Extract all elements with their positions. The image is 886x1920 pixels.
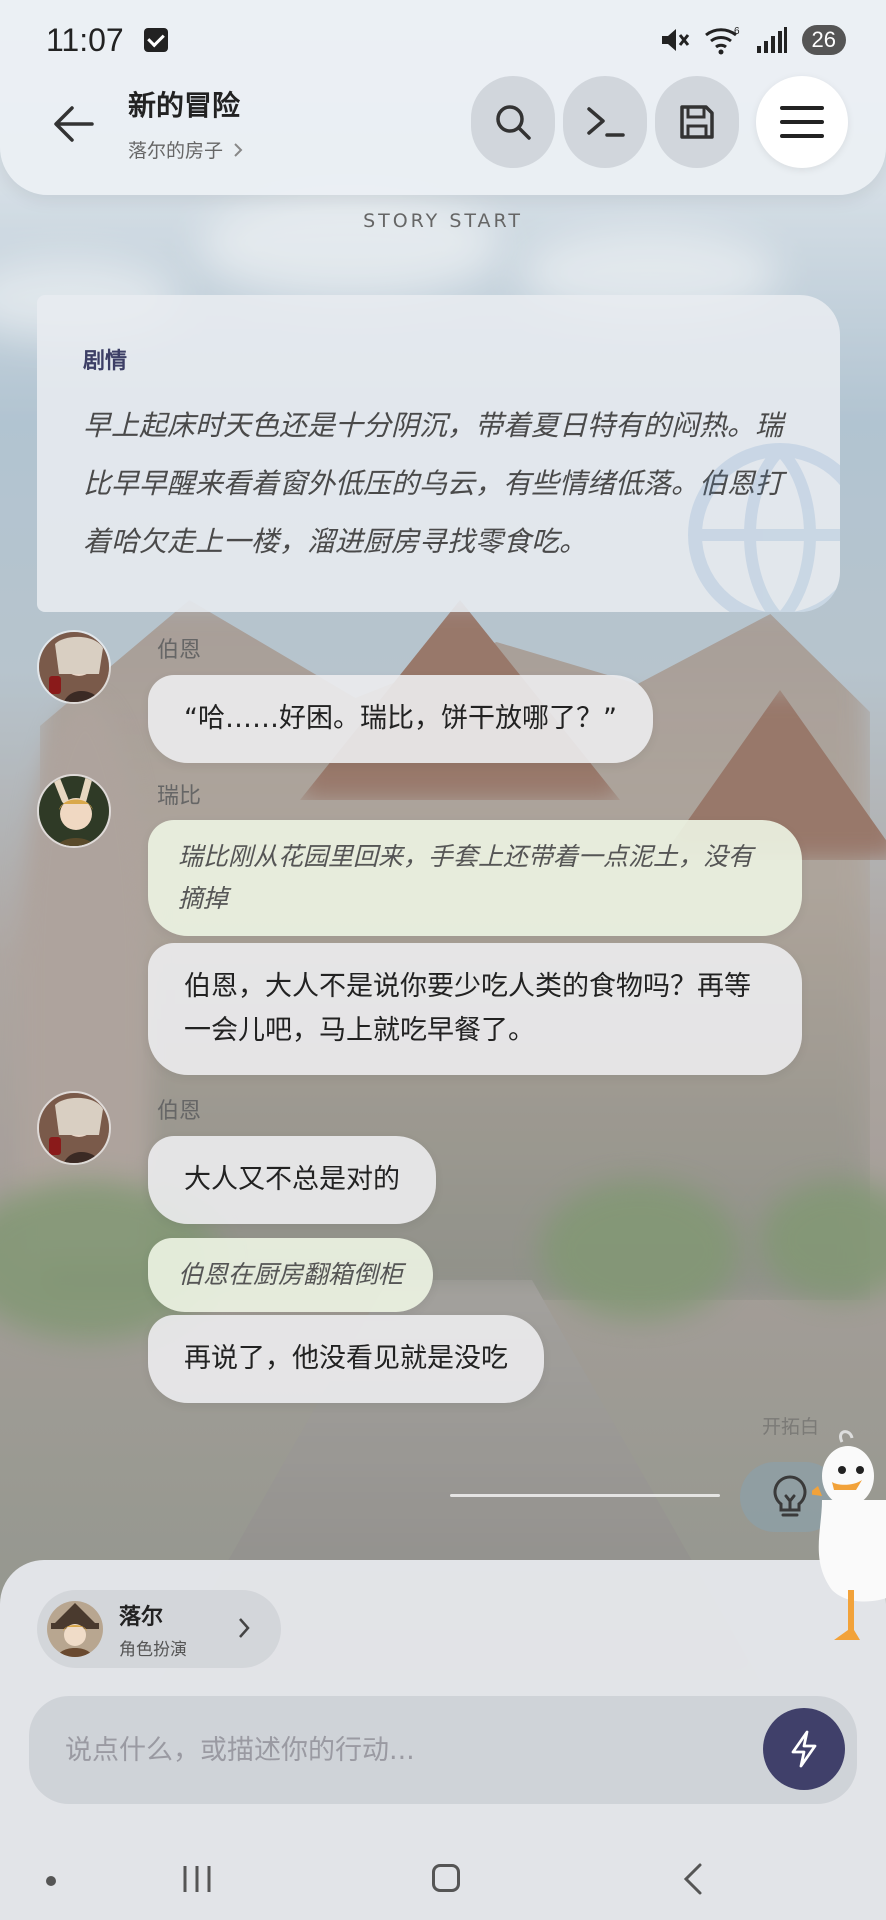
persona-avatar bbox=[47, 1601, 103, 1657]
back-button[interactable] bbox=[48, 98, 100, 150]
status-bar: 11:07 6 26 bbox=[0, 0, 886, 80]
speaker-name: 伯恩 bbox=[157, 638, 202, 663]
speech-bubble[interactable]: “哈……好困。瑞比，饼干放哪了？” bbox=[148, 675, 653, 763]
home-icon[interactable] bbox=[432, 1864, 460, 1892]
lightning-icon bbox=[791, 1730, 817, 1768]
chevron-right-icon bbox=[239, 1618, 250, 1638]
menu-icon bbox=[780, 106, 824, 138]
save-icon bbox=[680, 105, 714, 139]
avatar-boen[interactable] bbox=[37, 630, 111, 704]
system-nav-bar bbox=[0, 1840, 886, 1920]
nav-back-icon[interactable] bbox=[682, 1862, 704, 1896]
action-bubble[interactable]: 瑞比刚从花园里回来，手套上还带着一点泥土，没有摘掉 bbox=[148, 820, 802, 936]
chevron-right-icon bbox=[234, 142, 243, 157]
signal-icon bbox=[756, 27, 787, 53]
narration-label: 剧情 bbox=[83, 349, 128, 374]
avatar-boen[interactable] bbox=[37, 1091, 111, 1165]
page-title: 新的冒险 bbox=[128, 89, 241, 122]
globe-watermark-icon bbox=[688, 443, 840, 612]
speech-bubble[interactable]: 伯恩，大人不是说你要少吃人类的食物吗？再等一会儿吧，马上就吃早餐了。 bbox=[148, 943, 802, 1075]
arrow-left-icon bbox=[54, 106, 94, 142]
terminal-icon bbox=[587, 107, 625, 137]
speaker-name: 伯恩 bbox=[157, 1099, 202, 1124]
search-icon bbox=[496, 105, 531, 140]
action-bubble[interactable]: 伯恩在厨房翻箱倒柜 bbox=[148, 1238, 434, 1312]
mute-icon bbox=[661, 29, 689, 51]
recents-icon[interactable] bbox=[182, 1864, 212, 1894]
avatar-ruibi[interactable] bbox=[37, 774, 111, 848]
persona-name: 落尔 bbox=[119, 1604, 164, 1630]
save-button[interactable] bbox=[655, 76, 739, 168]
speech-bubble[interactable]: 大人又不总是对的 bbox=[148, 1136, 436, 1224]
story-start-divider: STORY START bbox=[363, 210, 523, 232]
message-input-box[interactable] bbox=[29, 1696, 857, 1804]
persona-selector[interactable]: 落尔 角色扮演 bbox=[37, 1590, 281, 1668]
hint-label: 开拓白 bbox=[762, 1416, 820, 1438]
checkbox-notification-icon bbox=[143, 28, 168, 52]
wifi-badge: 6 bbox=[734, 26, 740, 37]
location-label: 落尔的房子 bbox=[128, 140, 224, 162]
location-subtitle[interactable]: 落尔的房子 bbox=[128, 136, 243, 163]
send-button[interactable] bbox=[763, 1708, 845, 1790]
command-button[interactable] bbox=[563, 76, 647, 168]
speech-bubble[interactable]: 再说了，他没看见就是没吃 bbox=[148, 1315, 544, 1403]
menu-button[interactable] bbox=[756, 76, 848, 168]
lightbulb-icon bbox=[773, 1475, 807, 1517]
battery-indicator: 26 bbox=[801, 25, 846, 55]
search-button[interactable] bbox=[471, 76, 555, 168]
message-input[interactable] bbox=[65, 1726, 725, 1774]
persona-role: 角色扮演 bbox=[119, 1639, 187, 1660]
divider-line bbox=[450, 1494, 720, 1497]
narration-card: 剧情 早上起床时天色还是十分阴沉，带着夏日特有的闷热。瑞比早早醒来看着窗外低压的… bbox=[37, 295, 840, 612]
clock: 11:07 bbox=[46, 21, 124, 58]
wifi-icon: 6 bbox=[704, 26, 740, 55]
goose-mascot-icon[interactable] bbox=[812, 1430, 886, 1650]
nav-dot-icon bbox=[46, 1876, 56, 1886]
speaker-name: 瑞比 bbox=[157, 784, 202, 809]
title-block[interactable]: 新的冒险 落尔的房子 bbox=[128, 84, 243, 163]
